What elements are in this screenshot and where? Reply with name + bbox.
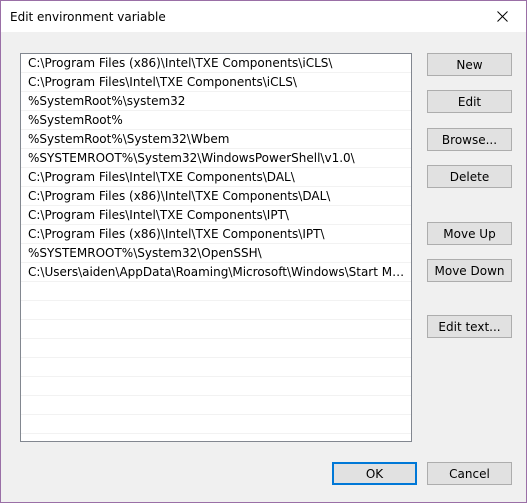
move-down-button[interactable]: Move Down — [427, 259, 512, 282]
list-item[interactable]: %SystemRoot%\system32 — [21, 92, 411, 111]
close-icon — [497, 11, 508, 22]
browse-button[interactable]: Browse... — [427, 128, 512, 151]
close-button[interactable] — [480, 1, 526, 32]
list-item[interactable]: C:\Program Files (x86)\Intel\TXE Compone… — [21, 225, 411, 244]
list-item[interactable]: C:\Program Files\Intel\TXE Components\DA… — [21, 168, 411, 187]
list-item[interactable]: %SystemRoot%\System32\Wbem — [21, 130, 411, 149]
list-item[interactable]: C:\Program Files\Intel\TXE Components\iC… — [21, 73, 411, 92]
cancel-button[interactable]: Cancel — [427, 462, 512, 485]
delete-button[interactable]: Delete — [427, 165, 512, 188]
list-item[interactable]: C:\Program Files (x86)\Intel\TXE Compone… — [21, 54, 411, 73]
list-empty-row[interactable] — [21, 377, 411, 396]
list-empty-row[interactable] — [21, 339, 411, 358]
list-item[interactable]: C:\Program Files (x86)\Intel\TXE Compone… — [21, 187, 411, 206]
list-item[interactable]: C:\Users\aiden\AppData\Roaming\Microsoft… — [21, 263, 411, 282]
list-empty-row[interactable] — [21, 415, 411, 434]
path-list[interactable]: C:\Program Files (x86)\Intel\TXE Compone… — [20, 53, 412, 442]
window-title: Edit environment variable — [10, 10, 166, 24]
list-empty-row[interactable] — [21, 320, 411, 339]
title-bar: Edit environment variable — [1, 1, 526, 32]
list-empty-row[interactable] — [21, 396, 411, 415]
list-item[interactable]: C:\Program Files\Intel\TXE Components\IP… — [21, 206, 411, 225]
list-empty-row[interactable] — [21, 301, 411, 320]
new-button[interactable]: New — [427, 53, 512, 76]
list-item[interactable]: %SYSTEMROOT%\System32\WindowsPowerShell\… — [21, 149, 411, 168]
list-item[interactable]: %SYSTEMROOT%\System32\OpenSSH\ — [21, 244, 411, 263]
list-item[interactable]: %SystemRoot% — [21, 111, 411, 130]
move-up-button[interactable]: Move Up — [427, 222, 512, 245]
list-empty-row[interactable] — [21, 282, 411, 301]
edit-button[interactable]: Edit — [427, 90, 512, 113]
ok-button[interactable]: OK — [332, 462, 417, 485]
list-empty-row[interactable] — [21, 358, 411, 377]
edit-environment-variable-dialog: Edit environment variable C:\Program Fil… — [0, 0, 527, 503]
edit-text-button[interactable]: Edit text... — [427, 315, 512, 338]
